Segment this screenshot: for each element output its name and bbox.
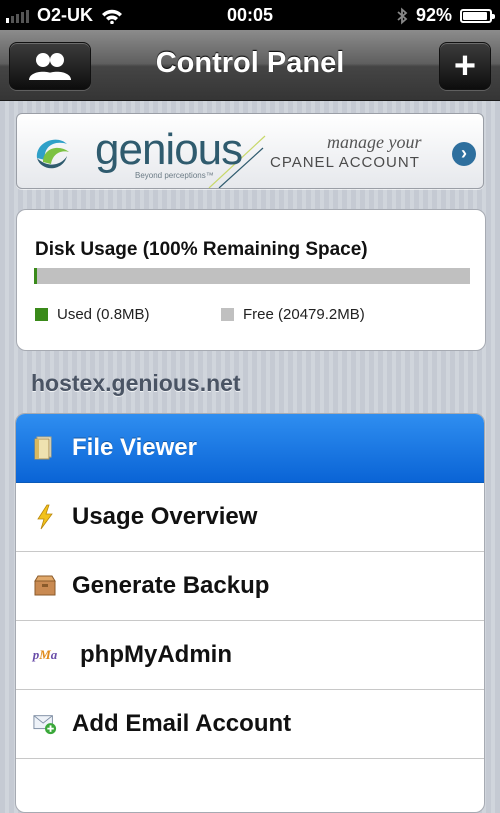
menu-item-generate-backup[interactable]: Generate Backup — [16, 552, 484, 621]
battery-fill — [463, 11, 487, 20]
disk-usage-heading: Disk Usage (100% Remaining Space) — [35, 239, 368, 260]
manage-text: manage your — [327, 132, 422, 152]
genious-logo-icon — [36, 139, 69, 169]
backup-box-icon — [33, 574, 57, 598]
battery-percent: 92% — [415, 5, 452, 25]
phpmyadmin-icon: pMa — [32, 647, 58, 662]
domain-name: hostex.genious.net — [31, 370, 241, 396]
genious-banner[interactable]: genious Beyond perceptions™ manage your … — [16, 113, 484, 189]
free-label: Free (20479.2MB) — [243, 306, 365, 323]
disk-usage-bar — [34, 268, 470, 284]
control-panel-menu: File Viewer Usage Overview Generate Back… — [15, 413, 485, 813]
disk-usage-used-fill — [34, 268, 37, 284]
genious-brand: genious — [95, 125, 243, 174]
legend-used: Used (0.8MB) — [35, 306, 150, 323]
plus-icon: + — [453, 45, 477, 87]
navigation-bar: Control Panel + — [0, 30, 500, 101]
cpanel-account-text: CPANEL ACCOUNT — [270, 154, 420, 171]
menu-item-label: Usage Overview — [72, 503, 258, 530]
free-swatch — [221, 308, 234, 321]
add-email-icon — [33, 712, 57, 736]
status-bar: O2-UK 00:05 92% — [0, 0, 500, 30]
disk-usage-card: Disk Usage (100% Remaining Space) Used (… — [16, 209, 486, 351]
menu-item-label: phpMyAdmin — [80, 641, 232, 668]
used-swatch — [35, 308, 48, 321]
status-right: 92% — [396, 5, 495, 26]
menu-item-usage-overview[interactable]: Usage Overview — [16, 483, 484, 552]
lightning-icon — [33, 504, 57, 530]
add-button[interactable]: + — [439, 42, 491, 90]
bluetooth-icon — [397, 7, 408, 24]
folder-icon — [33, 436, 57, 460]
genious-tagline: Beyond perceptions™ — [135, 171, 214, 180]
chevron-right-icon[interactable]: › — [452, 142, 476, 166]
legend-free: Free (20479.2MB) — [221, 306, 365, 323]
menu-item-file-viewer[interactable]: File Viewer — [16, 414, 484, 483]
menu-item-add-email-account[interactable]: Add Email Account — [16, 690, 484, 759]
menu-item-phpmyadmin[interactable]: pMa phpMyAdmin — [16, 621, 484, 690]
used-label: Used (0.8MB) — [57, 306, 150, 323]
menu-item-label: File Viewer — [72, 434, 197, 461]
menu-item-label: Add Email Account — [72, 710, 292, 737]
page-title: Control Panel — [155, 47, 345, 79]
battery-icon — [460, 8, 495, 23]
menu-item-label: Generate Backup — [72, 572, 270, 599]
